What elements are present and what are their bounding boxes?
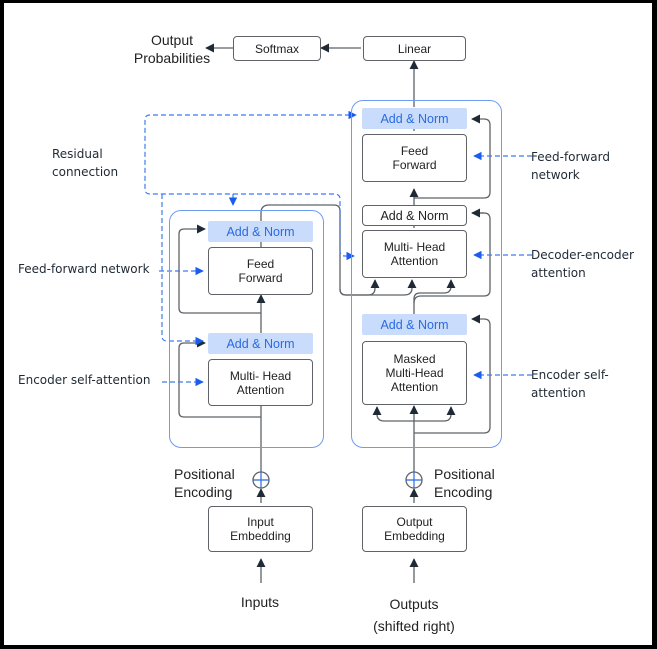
outputs-label: Outputs (shifted right) bbox=[373, 596, 455, 634]
encoder-feed-forward: Feed Forward bbox=[208, 247, 313, 295]
output-probabilities-label: Output Probabilities bbox=[133, 32, 211, 66]
decoder-masked-attention: Masked Multi-Head Attention bbox=[362, 341, 467, 405]
dec-positional-encoding-icon bbox=[405, 471, 423, 489]
annotation-decoder-ffn: Feed-forward network bbox=[531, 150, 610, 182]
encoder-multi-head-attention: Multi- Head Attention bbox=[208, 359, 313, 406]
residual-dashed-path bbox=[144, 114, 350, 206]
encoder-positional-encoding-label: Positional Encoding bbox=[174, 466, 235, 500]
decoder-add-norm-top: Add & Norm bbox=[362, 108, 467, 129]
decoder-positional-encoding-label: Positional Encoding bbox=[434, 466, 495, 500]
linear-block: Linear bbox=[363, 36, 466, 61]
softmax-block: Softmax bbox=[233, 36, 321, 61]
annotation-residual-connection: Residual connection bbox=[52, 147, 119, 179]
diagram-canvas: Output Probabilities Softmax Linear Add … bbox=[4, 3, 652, 645]
inputs-label: Inputs bbox=[240, 594, 280, 610]
decoder-feed-forward: Feed Forward bbox=[362, 134, 467, 182]
annotation-encoder-self-attention: Encoder self-attention bbox=[18, 373, 151, 387]
decoder-add-norm-middle: Add & Norm bbox=[362, 205, 467, 226]
output-embedding-block: Output Embedding bbox=[362, 506, 467, 552]
encoder-container bbox=[169, 210, 324, 448]
annotation-decoder-encoder-attention: Decoder-encoder attention bbox=[531, 248, 634, 280]
input-embedding-block: Input Embedding bbox=[208, 506, 313, 552]
decoder-add-norm-bottom: Add & Norm bbox=[362, 314, 467, 335]
enc-positional-encoding-icon bbox=[252, 471, 270, 489]
annotation-decoder-self-attention: Encoder self- attention bbox=[531, 368, 609, 400]
encoder-add-norm-bottom: Add & Norm bbox=[208, 333, 313, 354]
decoder-cross-attention: Multi- Head Attention bbox=[362, 230, 467, 278]
annotation-encoder-ffn: Feed-forward network bbox=[18, 262, 150, 276]
connector-layer bbox=[144, 43, 532, 583]
encoder-add-norm-top: Add & Norm bbox=[208, 221, 313, 242]
